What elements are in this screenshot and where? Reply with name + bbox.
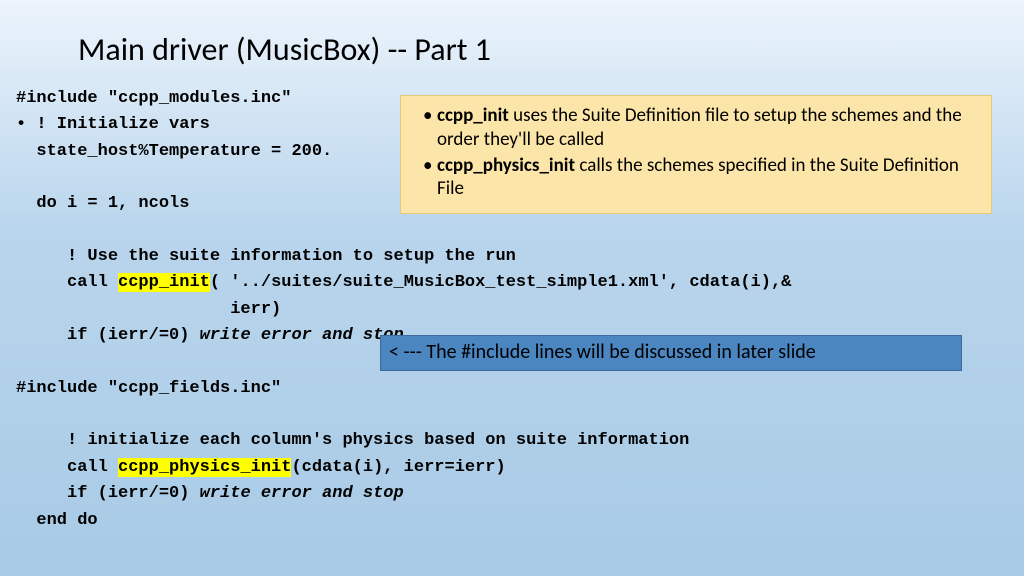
annotation-box: < --- The #include lines will be discuss… (380, 335, 962, 371)
code-line-initialize-comment: • ! Initialize vars (16, 115, 210, 134)
code-line-suite-comment: ! Use the suite information to setup the… (16, 247, 516, 266)
slide-title: Main driver (MusicBox) -- Part 1 (78, 30, 491, 69)
code-line-physics-init-call: call ccpp_physics_init(cdata(i), ierr=ie… (16, 458, 506, 477)
code-line-error-check: if (ierr/=0) write error and stop (16, 326, 404, 345)
code-line-do-loop: do i = 1, ncols (16, 194, 189, 213)
code-line-ierr-arg: ierr) (16, 300, 281, 319)
code-line-end-do: end do (16, 511, 98, 530)
code-line-include-fields: #include "ccpp_fields.inc" (16, 379, 281, 398)
code-line-temperature-assign: state_host%Temperature = 200. (16, 142, 332, 161)
callout-item-ccpp-physics-init: ccpp_physics_init calls the schemes spec… (423, 154, 981, 202)
callout-box: ccpp_init uses the Suite Definition file… (400, 95, 992, 214)
code-line-ccpp-init-call: call ccpp_init( '../suites/suite_MusicBo… (16, 273, 791, 292)
code-line-include-modules: #include "ccpp_modules.inc" (16, 89, 291, 108)
code-line-physics-comment: ! initialize each column's physics based… (16, 431, 689, 450)
callout-item-ccpp-init: ccpp_init uses the Suite Definition file… (423, 104, 981, 152)
code-line-error-check: if (ierr/=0) write error and stop (16, 484, 404, 503)
ccpp-init-highlight: ccpp_init (118, 273, 210, 292)
ccpp-physics-init-highlight: ccpp_physics_init (118, 458, 291, 477)
